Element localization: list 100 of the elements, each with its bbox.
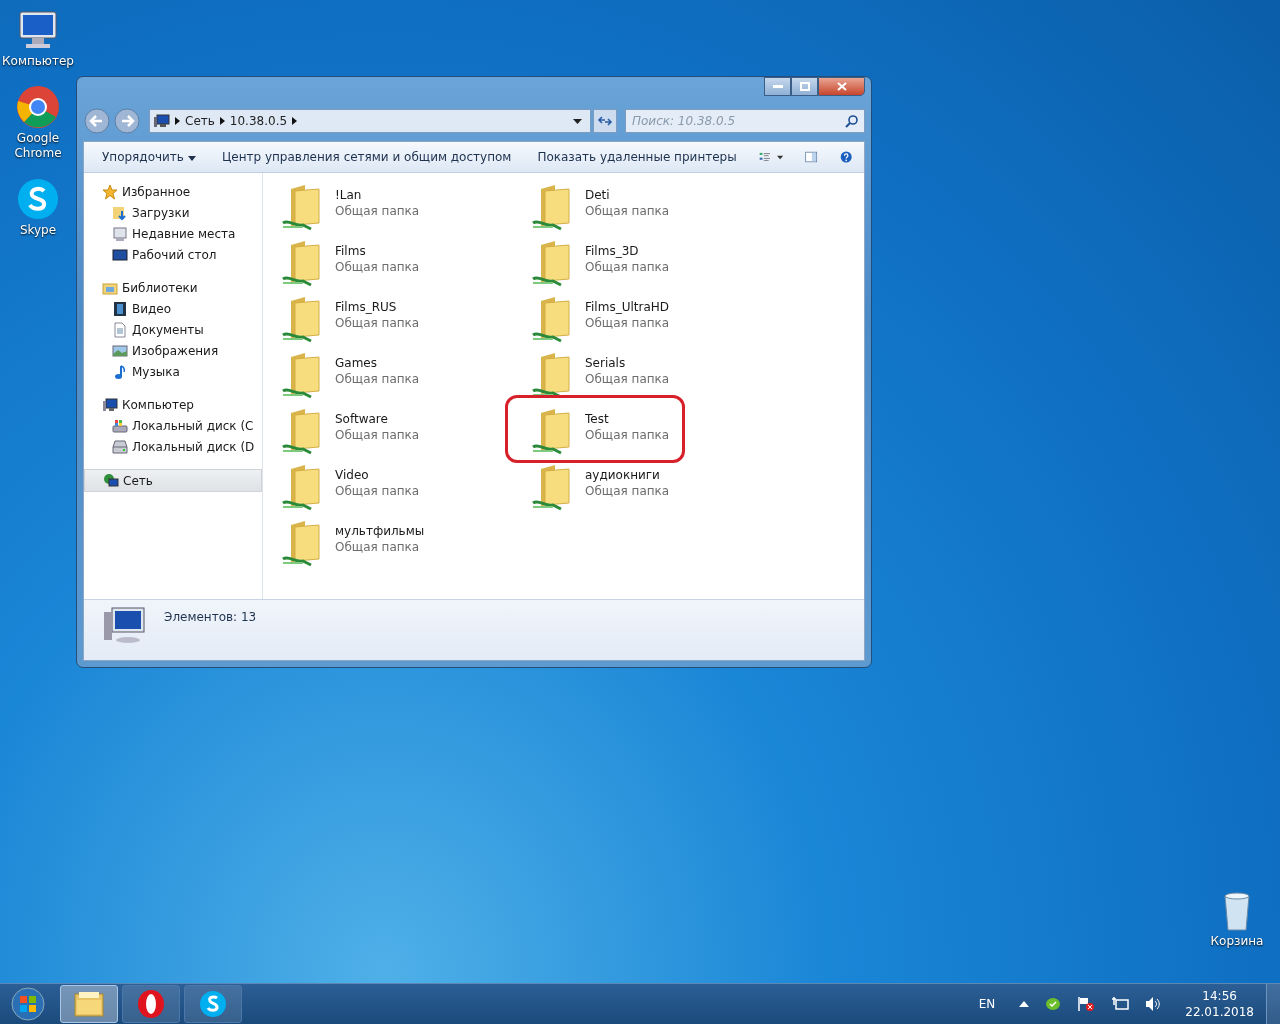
recent-places-icon (112, 225, 128, 242)
folder-type: Общая папка (335, 539, 421, 555)
sidebar-item[interactable]: Изображения (84, 340, 262, 361)
sidebar-item[interactable]: Избранное (84, 181, 262, 202)
opera-icon (136, 989, 166, 1019)
folder-type: Общая папка (335, 427, 420, 443)
speaker-icon[interactable] (1145, 996, 1162, 1012)
folder-name[interactable]: мультфильмы (335, 523, 425, 539)
desktop-shortcut[interactable]: Компьютер (0, 6, 76, 69)
folder-name[interactable]: !Lan (335, 187, 420, 203)
clock-date[interactable]: 22.01.2018 (1185, 1004, 1254, 1020)
breadcrumb-item[interactable]: Сеть (185, 114, 215, 128)
refresh-icon (597, 114, 613, 128)
back-button[interactable] (83, 107, 111, 135)
item-count: Элементов: 13 (164, 610, 257, 624)
folder-type: Общая папка (585, 315, 670, 331)
folder-name[interactable]: Films_UltraHD (585, 299, 670, 315)
folder-name[interactable]: Test (585, 411, 670, 427)
folder-type: Общая папка (585, 483, 670, 499)
preview-pane-icon[interactable] (805, 149, 818, 165)
shortcut-label: Компьютер (2, 54, 74, 69)
language-indicator[interactable]: EN (978, 997, 996, 1011)
picture-icon (112, 342, 128, 359)
show-hidden-icons-icon[interactable] (1019, 1001, 1030, 1007)
folder-name[interactable]: Serials (585, 355, 670, 371)
minimize-button[interactable] (764, 77, 791, 96)
sidebar-item[interactable]: Компьютер (84, 394, 262, 415)
sidebar-item[interactable]: Видео (84, 298, 262, 319)
disk-drive-icon (112, 438, 128, 455)
toolbar-button[interactable]: Центр управления сетями и общим доступом (211, 146, 522, 168)
breadcrumb-arrow-icon[interactable] (175, 117, 180, 125)
close-icon (836, 82, 847, 91)
search-icon[interactable] (845, 114, 859, 128)
folder-type: Общая папка (585, 259, 670, 275)
sidebar-item[interactable]: Музыка (84, 361, 262, 382)
shortcut-label: Google Chrome (13, 131, 63, 161)
network-icon[interactable] (1111, 996, 1130, 1012)
folder-name[interactable]: Films_3D (585, 243, 670, 259)
folder-type: Общая папка (585, 427, 670, 443)
skype-icon (198, 989, 228, 1019)
folder-type: Общая папка (585, 371, 670, 387)
document-icon (112, 321, 128, 338)
desktop-shortcut[interactable]: Корзина (1200, 886, 1274, 949)
folder-type: Общая папка (335, 371, 420, 387)
folder-name[interactable]: Films_RUS (335, 299, 420, 315)
sidebar-item[interactable]: Рабочий стол (84, 244, 262, 265)
film-icon (112, 300, 128, 317)
sidebar-item[interactable]: Локальный диск (D (84, 436, 262, 457)
desktop-shortcut[interactable]: Google Chrome (0, 83, 76, 161)
folder-type: Общая папка (335, 203, 420, 219)
folder-name[interactable]: Deti (585, 187, 670, 203)
close-button[interactable] (818, 77, 865, 96)
search-field[interactable]: Поиск: 10.38.0.5 (625, 109, 865, 133)
toolbar-button[interactable]: Показать удаленные принтеры (527, 146, 747, 168)
taskbar-app-button[interactable] (60, 985, 118, 1023)
shortcut-label: Skype (19, 223, 57, 238)
minimize-icon (772, 84, 783, 89)
refresh-button[interactable] (593, 109, 617, 133)
sidebar-item[interactable]: Загрузки (84, 202, 262, 223)
taskbar-app-button[interactable] (184, 985, 242, 1023)
breadcrumb-arrow-icon[interactable] (219, 117, 225, 125)
folder-type: Общая папка (335, 315, 420, 331)
folder-name[interactable]: аудиокниги (585, 467, 670, 483)
sidebar-item[interactable]: Библиотеки (84, 277, 262, 298)
shortcut-label: Корзина (1210, 934, 1264, 949)
folder-icon (73, 990, 105, 1018)
windows-logo-icon (11, 987, 45, 1021)
sidebar-item[interactable]: Документы (84, 319, 262, 340)
folder-name[interactable]: Films (335, 243, 420, 259)
folder-type: Общая папка (585, 203, 670, 219)
network-icon (154, 114, 170, 128)
folder-name[interactable]: Games (335, 355, 420, 371)
network-icon (103, 472, 119, 489)
breadcrumb-item[interactable]: 10.38.0.5 (229, 114, 288, 128)
toolbar-button[interactable]: Упорядочить (92, 146, 206, 168)
folder-name[interactable]: Software (335, 411, 420, 427)
folder-type: Общая папка (335, 259, 420, 275)
sidebar-item[interactable]: Недавние места (84, 223, 262, 244)
dropdown-caret-icon[interactable] (777, 154, 784, 160)
download-folder-icon (112, 204, 128, 221)
desktop-shortcut[interactable]: Skype (0, 175, 76, 238)
address-bar[interactable]: Сеть 10.38.0.5 (149, 109, 591, 133)
sidebar-item[interactable]: Сеть (84, 469, 262, 492)
flag-error-icon[interactable] (1077, 996, 1096, 1012)
sidebar-item[interactable]: Локальный диск (C (84, 415, 262, 436)
computer-icon (102, 396, 118, 413)
star-icon (102, 183, 118, 200)
system-disk-icon (112, 417, 128, 434)
folder-name[interactable]: Video (335, 467, 420, 483)
folder-type: Общая папка (335, 483, 420, 499)
forward-button[interactable] (113, 107, 141, 135)
music-note-icon (112, 363, 128, 380)
dropdown-caret-icon[interactable] (573, 118, 582, 124)
taskbar-app-button[interactable] (122, 985, 180, 1023)
maximize-icon (799, 82, 810, 91)
breadcrumb-arrow-icon[interactable] (292, 117, 298, 125)
desktop-icon (112, 246, 128, 263)
leaf-icon[interactable] (1045, 996, 1062, 1012)
maximize-button[interactable] (791, 77, 818, 96)
clock-time[interactable]: 14:56 (1202, 988, 1237, 1004)
